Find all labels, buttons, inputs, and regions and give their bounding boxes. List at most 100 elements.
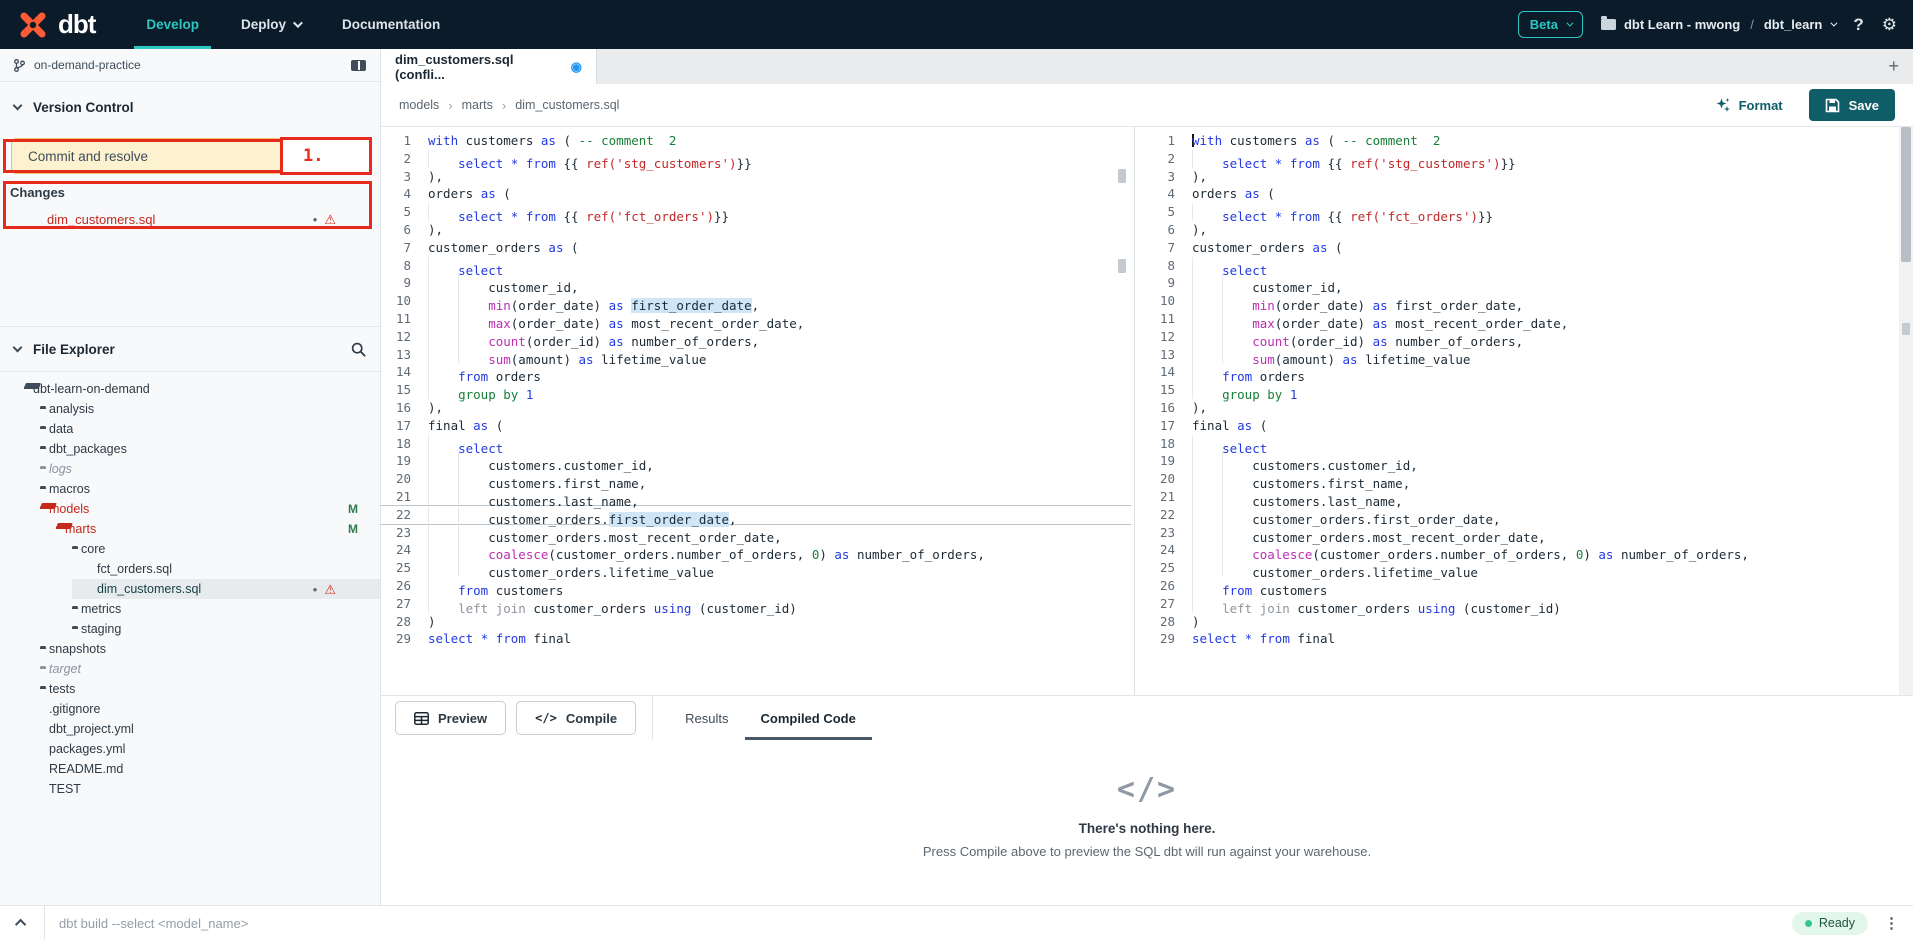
tree-item-dbt-learn-on-demand[interactable]: dbt-learn-on-demand <box>0 379 380 399</box>
code-line-27[interactable]: 27left join customer_orders using (custo… <box>381 595 1131 613</box>
code-line-2[interactable]: 2select * from {{ ref('stg_customers')}} <box>381 150 1131 168</box>
tree-item-dbt-project-yml[interactable]: dbt_project.yml <box>0 719 380 739</box>
tree-item-macros[interactable]: macros <box>0 479 380 499</box>
dbt-logo[interactable]: dbt <box>0 0 109 49</box>
tab-dim-customers[interactable]: dim_customers.sql (confli... ◉ <box>381 49 597 84</box>
tree-item-packages-yml[interactable]: packages.yml <box>0 739 380 759</box>
code-line-17[interactable]: 17final as ( <box>1145 417 1899 435</box>
code-line-9[interactable]: 9customer_id, <box>1145 274 1899 292</box>
tree-item-snapshots[interactable]: snapshots <box>0 639 380 659</box>
nav-documentation[interactable]: Documentation <box>330 0 452 49</box>
settings-gear-icon[interactable]: ⚙ <box>1882 15 1897 35</box>
file-explorer-header[interactable]: File Explorer <box>0 326 380 372</box>
code-line-20[interactable]: 20customers.first_name, <box>1145 470 1899 488</box>
code-line-1[interactable]: 1with customers as ( -- comment 2 <box>1145 132 1899 150</box>
new-tab-button[interactable]: + <box>1888 56 1899 77</box>
code-line-29[interactable]: 29select * from final <box>1145 630 1899 648</box>
nav-deploy[interactable]: Deploy <box>229 0 312 49</box>
code-line-2[interactable]: 2select * from {{ ref('stg_customers')}} <box>1145 150 1899 168</box>
tree-item-models[interactable]: modelsM <box>0 499 380 519</box>
compile-button[interactable]: </> Compile <box>516 701 636 735</box>
tree-item-tests[interactable]: tests <box>0 679 380 699</box>
tree-item-marts[interactable]: martsM <box>0 519 380 539</box>
breadcrumb-file[interactable]: dim_customers.sql <box>515 98 619 112</box>
tree-item-test[interactable]: TEST <box>0 779 380 799</box>
tab-compiled-code[interactable]: Compiled Code <box>745 696 872 740</box>
dbt-command-input[interactable] <box>45 916 1792 931</box>
code-pane-left[interactable]: 1with customers as ( -- comment 22select… <box>381 127 1131 695</box>
code-line-8[interactable]: 8select <box>1145 257 1899 275</box>
tree-item-staging[interactable]: staging <box>0 619 380 639</box>
code-line-27[interactable]: 27left join customer_orders using (custo… <box>1145 595 1899 613</box>
code-line-20[interactable]: 20customers.first_name, <box>381 470 1131 488</box>
code-line-8[interactable]: 8select <box>381 257 1131 275</box>
code-line-24[interactable]: 24coalesce(customer_orders.number_of_ord… <box>381 541 1131 559</box>
commit-and-resolve-button[interactable]: Commit and resolve <box>12 139 335 173</box>
code-line-15[interactable]: 15group by 1 <box>1145 381 1899 399</box>
code-line-23[interactable]: 23customer_orders.most_recent_order_date… <box>381 524 1131 542</box>
format-button[interactable]: Format <box>1715 97 1783 113</box>
expand-panel-button[interactable] <box>0 919 44 927</box>
code-line-11[interactable]: 11max(order_date) as most_recent_order_d… <box>381 310 1131 328</box>
code-line-7[interactable]: 7customer_orders as ( <box>381 239 1131 257</box>
kebab-menu-icon[interactable]: ⋮ <box>1884 914 1899 932</box>
save-button[interactable]: Save <box>1809 89 1895 121</box>
code-line-12[interactable]: 12count(order_id) as number_of_orders, <box>381 328 1131 346</box>
tree-item-data[interactable]: data <box>0 419 380 439</box>
code-line-24[interactable]: 24coalesce(customer_orders.number_of_ord… <box>1145 541 1899 559</box>
code-line-14[interactable]: 14from orders <box>1145 363 1899 381</box>
code-line-15[interactable]: 15group by 1 <box>381 381 1131 399</box>
tree-item--gitignore[interactable]: .gitignore <box>0 699 380 719</box>
code-line-18[interactable]: 18select <box>381 435 1131 453</box>
code-line-4[interactable]: 4orders as ( <box>1145 185 1899 203</box>
project-selector[interactable]: dbt Learn - mwong / dbt_learn <box>1601 17 1835 32</box>
code-line-22[interactable]: 22customer_orders.first_order_date, <box>381 506 1131 524</box>
code-line-21[interactable]: 21customers.last_name, <box>1145 488 1899 506</box>
code-line-5[interactable]: 5select * from {{ ref('fct_orders')}} <box>381 203 1131 221</box>
tab-results[interactable]: Results <box>669 696 744 740</box>
code-line-1[interactable]: 1with customers as ( -- comment 2 <box>381 132 1131 150</box>
help-icon[interactable]: ? <box>1853 15 1863 35</box>
commit-options-dropdown[interactable] <box>335 139 369 173</box>
tree-item-dim-customers-sql[interactable]: dim_customers.sql•⚠ <box>0 579 380 599</box>
tree-item-fct-orders-sql[interactable]: fct_orders.sql <box>0 559 380 579</box>
code-line-14[interactable]: 14from orders <box>381 363 1131 381</box>
tree-item-dbt-packages[interactable]: dbt_packages <box>0 439 380 459</box>
preview-button[interactable]: Preview <box>395 701 506 735</box>
code-line-19[interactable]: 19customers.customer_id, <box>381 452 1131 470</box>
tree-item-core[interactable]: core <box>0 539 380 559</box>
code-line-11[interactable]: 11max(order_date) as most_recent_order_d… <box>1145 310 1899 328</box>
code-line-22[interactable]: 22customer_orders.first_order_date, <box>1145 506 1899 524</box>
tree-item-metrics[interactable]: metrics <box>0 599 380 619</box>
git-branch-row[interactable]: on-demand-practice <box>0 49 380 82</box>
code-line-26[interactable]: 26from customers <box>1145 577 1899 595</box>
code-line-10[interactable]: 10min(order_date) as first_order_date, <box>381 292 1131 310</box>
code-line-21[interactable]: 21customers.last_name, <box>381 488 1131 506</box>
tree-item-logs[interactable]: logs <box>0 459 380 479</box>
code-pane-right[interactable]: 1with customers as ( -- comment 22select… <box>1145 127 1899 695</box>
code-line-29[interactable]: 29select * from final <box>381 630 1131 648</box>
nav-develop[interactable]: Develop <box>134 0 211 49</box>
scrollbar-thumb[interactable] <box>1901 127 1911 262</box>
code-line-26[interactable]: 26from customers <box>381 577 1131 595</box>
tree-item-readme-md[interactable]: README.md <box>0 759 380 779</box>
breadcrumb-marts[interactable]: marts <box>462 98 493 112</box>
code-line-18[interactable]: 18select <box>1145 435 1899 453</box>
code-line-12[interactable]: 12count(order_id) as number_of_orders, <box>1145 328 1899 346</box>
pane-divider[interactable] <box>1134 127 1135 695</box>
code-line-17[interactable]: 17final as ( <box>381 417 1131 435</box>
code-line-9[interactable]: 9customer_id, <box>381 274 1131 292</box>
changed-file-row[interactable]: dim_customers.sql • ⚠ <box>0 208 380 230</box>
code-line-4[interactable]: 4orders as ( <box>381 185 1131 203</box>
breadcrumb-models[interactable]: models <box>399 98 439 112</box>
code-line-10[interactable]: 10min(order_date) as first_order_date, <box>1145 292 1899 310</box>
version-control-header[interactable]: Version Control <box>0 90 372 124</box>
tree-item-target[interactable]: target <box>0 659 380 679</box>
code-line-19[interactable]: 19customers.customer_id, <box>1145 452 1899 470</box>
code-line-5[interactable]: 5select * from {{ ref('fct_orders')}} <box>1145 203 1899 221</box>
vertical-scrollbar[interactable] <box>1899 127 1913 695</box>
beta-dropdown[interactable]: Beta <box>1518 11 1583 38</box>
search-icon[interactable] <box>351 342 366 357</box>
code-line-7[interactable]: 7customer_orders as ( <box>1145 239 1899 257</box>
code-line-23[interactable]: 23customer_orders.most_recent_order_date… <box>1145 524 1899 542</box>
